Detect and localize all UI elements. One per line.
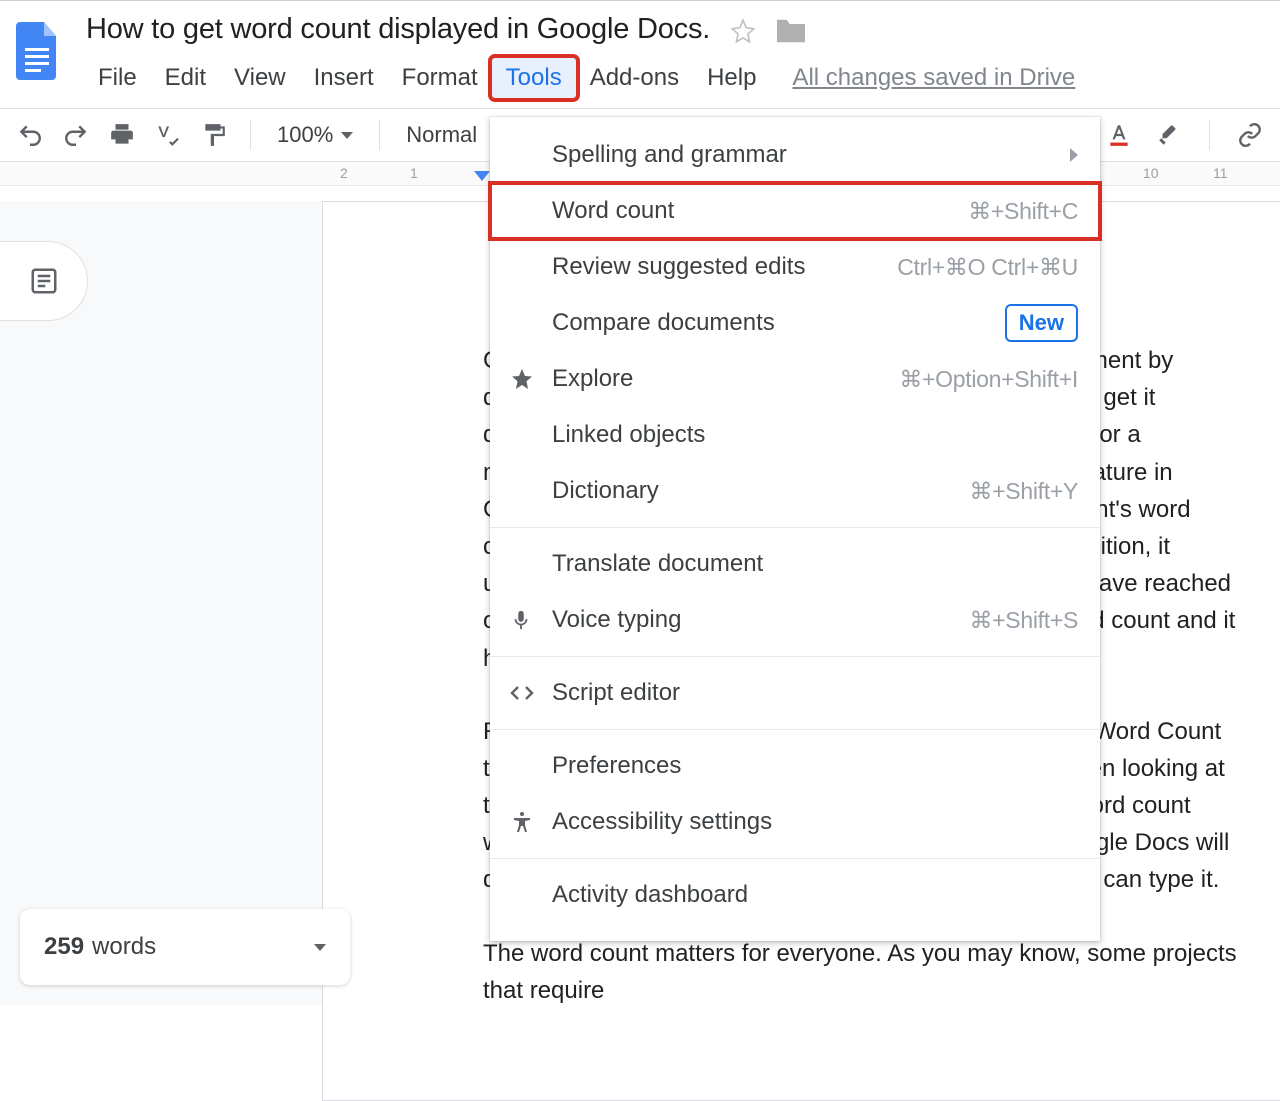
menu-item-label: Spelling and grammar bbox=[552, 141, 1060, 169]
ruler-tick: 11 bbox=[1213, 165, 1228, 181]
word-count-indicator[interactable]: 259 words bbox=[20, 909, 350, 985]
chevron-right-icon bbox=[1070, 148, 1078, 162]
tools-dropdown: Spelling and grammar Word count ⌘+Shift+… bbox=[490, 117, 1100, 941]
menu-addons[interactable]: Add-ons bbox=[576, 58, 693, 98]
menu-item-label: Preferences bbox=[552, 752, 1078, 780]
explore-icon bbox=[510, 367, 552, 391]
menu-separator bbox=[490, 656, 1100, 657]
menu-insert[interactable]: Insert bbox=[300, 58, 388, 98]
paint-format-icon[interactable] bbox=[194, 115, 234, 155]
move-folder-icon[interactable] bbox=[774, 17, 808, 45]
indent-marker-icon[interactable] bbox=[474, 171, 490, 181]
menu-item-shortcut: ⌘+Shift+Y bbox=[969, 478, 1078, 505]
menu-help[interactable]: Help bbox=[693, 58, 770, 98]
spellcheck-icon[interactable] bbox=[148, 115, 188, 155]
menu-item-label: Review suggested edits bbox=[552, 253, 897, 281]
mic-icon bbox=[510, 609, 552, 631]
menu-tools[interactable]: Tools bbox=[492, 58, 576, 98]
paragraph-style-select[interactable]: Normal bbox=[396, 122, 487, 148]
menu-item-label: Accessibility settings bbox=[552, 808, 1078, 836]
menu-separator bbox=[490, 858, 1100, 859]
body-paragraph[interactable]: The word count matters for everyone. As … bbox=[483, 935, 1241, 1009]
accessibility-icon bbox=[510, 810, 552, 834]
menu-item-shortcut: Ctrl+⌘O Ctrl+⌘U bbox=[897, 254, 1078, 281]
menu-edit[interactable]: Edit bbox=[151, 58, 220, 98]
menu-item-label: Linked objects bbox=[552, 421, 1078, 449]
menu-item-shortcut: ⌘+Option+Shift+I bbox=[899, 366, 1078, 393]
script-icon bbox=[510, 681, 552, 705]
outline-toggle[interactable] bbox=[0, 241, 88, 321]
new-badge: New bbox=[1005, 304, 1078, 342]
menu-item-label: Script editor bbox=[552, 679, 1078, 707]
menu-item-label: Translate document bbox=[552, 550, 1078, 578]
menu-item-accessibility[interactable]: Accessibility settings bbox=[490, 794, 1100, 850]
menu-item-spelling-grammar[interactable]: Spelling and grammar bbox=[490, 127, 1100, 183]
menu-item-script-editor[interactable]: Script editor bbox=[490, 665, 1100, 721]
text-color-icon[interactable] bbox=[1099, 115, 1139, 155]
menu-item-linked-objects[interactable]: Linked objects bbox=[490, 407, 1100, 463]
style-value: Normal bbox=[406, 122, 477, 147]
menu-view[interactable]: View bbox=[220, 58, 300, 98]
header: How to get word count displayed in Googl… bbox=[0, 1, 1280, 98]
word-count-label: words bbox=[92, 933, 156, 961]
menubar: File Edit View Insert Format Tools Add-o… bbox=[84, 58, 1280, 98]
menu-item-review-suggested[interactable]: Review suggested edits Ctrl+⌘O Ctrl+⌘U bbox=[490, 239, 1100, 295]
menu-item-shortcut: ⌘+Shift+C bbox=[968, 198, 1078, 225]
print-icon[interactable] bbox=[102, 115, 142, 155]
menu-item-compare-documents[interactable]: Compare documents New bbox=[490, 295, 1100, 351]
menu-item-label: Word count bbox=[552, 197, 968, 225]
chevron-down-icon bbox=[314, 944, 326, 951]
menu-item-label: Activity dashboard bbox=[552, 881, 1078, 909]
star-icon[interactable] bbox=[730, 18, 756, 44]
menu-item-explore[interactable]: Explore ⌘+Option+Shift+I bbox=[490, 351, 1100, 407]
undo-icon[interactable] bbox=[10, 115, 50, 155]
highlight-icon[interactable] bbox=[1149, 115, 1189, 155]
docs-logo-icon[interactable] bbox=[14, 19, 62, 83]
menu-item-label: Dictionary bbox=[552, 477, 969, 505]
zoom-value: 100% bbox=[277, 122, 333, 148]
menu-separator bbox=[490, 729, 1100, 730]
ruler-tick: 1 bbox=[410, 165, 418, 181]
word-count-number: 259 bbox=[44, 933, 84, 961]
zoom-select[interactable]: 100% bbox=[267, 122, 363, 148]
insert-link-icon[interactable] bbox=[1230, 115, 1270, 155]
menu-item-shortcut: ⌘+Shift+S bbox=[969, 607, 1078, 634]
menu-item-label: Voice typing bbox=[552, 606, 969, 634]
menu-item-word-count[interactable]: Word count ⌘+Shift+C bbox=[490, 183, 1100, 239]
ruler-tick: 2 bbox=[340, 165, 348, 181]
chevron-down-icon bbox=[341, 132, 353, 139]
menu-file[interactable]: File bbox=[84, 58, 151, 98]
save-status[interactable]: All changes saved in Drive bbox=[792, 64, 1075, 92]
menu-format[interactable]: Format bbox=[388, 58, 492, 98]
menu-item-preferences[interactable]: Preferences bbox=[490, 738, 1100, 794]
menu-item-voice-typing[interactable]: Voice typing ⌘+Shift+S bbox=[490, 592, 1100, 648]
menu-item-dictionary[interactable]: Dictionary ⌘+Shift+Y bbox=[490, 463, 1100, 519]
redo-icon[interactable] bbox=[56, 115, 96, 155]
ruler-tick: 10 bbox=[1143, 165, 1159, 181]
menu-item-label: Compare documents bbox=[552, 309, 1005, 337]
menu-item-activity-dashboard[interactable]: Activity dashboard bbox=[490, 867, 1100, 923]
menu-item-label: Explore bbox=[552, 365, 899, 393]
menu-item-translate[interactable]: Translate document bbox=[490, 536, 1100, 592]
menu-separator bbox=[490, 527, 1100, 528]
document-title[interactable]: How to get word count displayed in Googl… bbox=[84, 9, 712, 52]
